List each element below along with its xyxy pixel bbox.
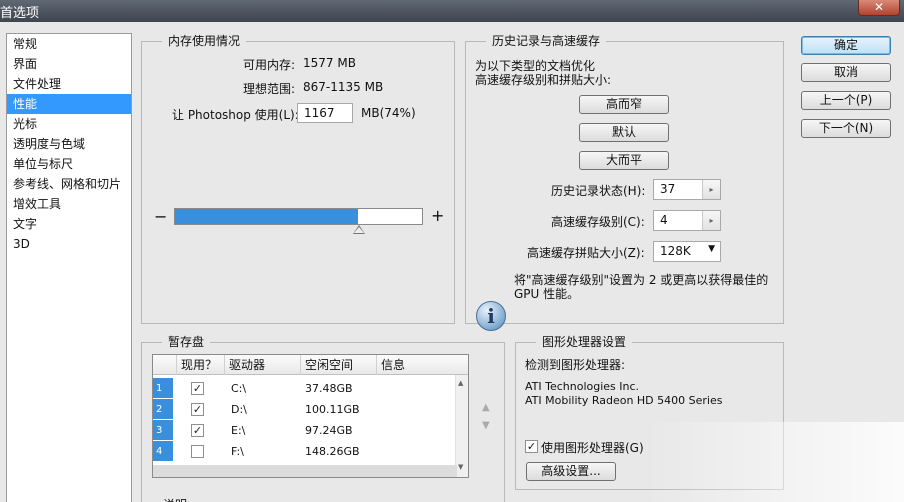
table-header: 现用？ 驱动器 空闲空间 信息 bbox=[153, 355, 468, 375]
gpu-tip-line2: GPU 性能。 bbox=[514, 287, 580, 301]
tall-thin-button[interactable]: 高而窄 bbox=[579, 95, 669, 114]
column-header-active[interactable]: 现用？ bbox=[177, 355, 225, 375]
scratch-disks-title: 暂存盘 bbox=[162, 335, 211, 349]
row-number: 4 bbox=[153, 441, 173, 462]
nav-item-file-handling[interactable]: 文件处理 bbox=[7, 74, 131, 94]
nav-item-performance[interactable]: 性能 bbox=[7, 94, 131, 114]
column-header-drive[interactable]: 驱动器 bbox=[225, 355, 301, 375]
previous-button[interactable]: 上一个(P) bbox=[801, 91, 891, 110]
title-bar: 首选项 ✕ bbox=[0, 0, 904, 22]
row-number: 1 bbox=[153, 378, 173, 399]
active-checkbox[interactable] bbox=[191, 445, 204, 458]
drive-cell: F:\ bbox=[231, 445, 244, 458]
ok-button[interactable]: 确定 bbox=[801, 36, 891, 55]
memory-decrease-icon[interactable]: − bbox=[154, 207, 167, 226]
drive-cell: D:\ bbox=[231, 403, 247, 416]
nav-item-general[interactable]: 常规 bbox=[7, 34, 131, 54]
gpu-settings-title: 图形处理器设置 bbox=[536, 335, 633, 349]
optimize-desc-line2: 高速缓存级别和拼贴大小: bbox=[475, 73, 612, 87]
nav-item-type[interactable]: 文字 bbox=[7, 214, 131, 234]
close-icon: ✕ bbox=[873, 0, 885, 14]
stepper-arrow-icon[interactable]: ▸ bbox=[702, 211, 720, 230]
gpu-detected-label: 检测到图形处理器: bbox=[525, 358, 626, 372]
column-header-free-space[interactable]: 空闲空间 bbox=[301, 355, 377, 375]
history-states-value: 37 bbox=[660, 182, 676, 196]
memory-usage-unit: MB(74%) bbox=[361, 106, 416, 120]
scroll-up-icon[interactable]: ▲ bbox=[458, 379, 463, 387]
nav-item-units-rulers[interactable]: 单位与标尺 bbox=[7, 154, 131, 174]
nav-item-guides-grid-slices[interactable]: 参考线、网格和切片 bbox=[7, 174, 131, 194]
scratch-disks-table[interactable]: 现用？ 驱动器 空闲空间 信息 1 ✓ C:\ 37.48GB 2 ✓ D:\ … bbox=[152, 354, 469, 478]
available-memory-label: 可用内存: bbox=[243, 58, 296, 72]
close-button[interactable]: ✕ bbox=[858, 0, 900, 16]
use-gpu-checkbox[interactable]: ✓ bbox=[525, 440, 538, 453]
history-states-stepper[interactable]: 37 ▸ bbox=[653, 179, 721, 200]
gpu-model: ATI Mobility Radeon HD 5400 Series bbox=[525, 394, 723, 407]
advanced-settings-button[interactable]: 高级设置... bbox=[526, 462, 616, 481]
tile-size-label: 高速缓存拼贴大小(Z): bbox=[527, 246, 645, 260]
active-checkbox[interactable]: ✓ bbox=[191, 403, 204, 416]
free-space-cell: 148.26GB bbox=[305, 445, 360, 458]
memory-usage-title: 内存使用情况 bbox=[162, 34, 247, 48]
nav-item-plugins[interactable]: 增效工具 bbox=[7, 194, 131, 214]
free-space-cell: 100.11GB bbox=[305, 403, 360, 416]
table-row[interactable]: 2 ✓ D:\ 100.11GB bbox=[153, 399, 457, 420]
scroll-down-icon[interactable]: ▼ bbox=[458, 463, 463, 471]
move-up-icon[interactable]: ▲ bbox=[482, 402, 490, 413]
memory-slider-thumb[interactable] bbox=[353, 225, 365, 234]
column-header-info[interactable]: 信息 bbox=[377, 355, 468, 375]
stepper-arrow-icon[interactable]: ▸ bbox=[702, 180, 720, 199]
cancel-button[interactable]: 取消 bbox=[801, 63, 891, 82]
vertical-scrollbar[interactable]: ▲ ▼ bbox=[455, 375, 468, 477]
table-row[interactable]: 3 ✓ E:\ 97.24GB bbox=[153, 420, 457, 441]
row-number: 2 bbox=[153, 399, 173, 420]
memory-slider-track[interactable] bbox=[174, 208, 423, 225]
let-photoshop-use-label: 让 Photoshop 使用(L): bbox=[172, 108, 299, 122]
row-number: 3 bbox=[153, 420, 173, 441]
gpu-vendor: ATI Technologies Inc. bbox=[525, 380, 640, 393]
history-cache-title: 历史记录与高速缓存 bbox=[486, 34, 607, 48]
ideal-range-value: 867-1135 MB bbox=[303, 80, 384, 94]
category-list[interactable]: 常规 界面 文件处理 性能 光标 透明度与色域 单位与标尺 参考线、网格和切片 … bbox=[6, 33, 132, 502]
cache-levels-label: 高速缓存级别(C): bbox=[551, 215, 645, 229]
available-memory-value: 1577 MB bbox=[303, 56, 356, 70]
move-down-icon[interactable]: ▼ bbox=[482, 420, 490, 431]
dialog-body: 常规 界面 文件处理 性能 光标 透明度与色域 单位与标尺 参考线、网格和切片 … bbox=[0, 22, 904, 502]
memory-usage-input[interactable]: 1167 bbox=[297, 103, 353, 123]
ideal-range-label: 理想范围: bbox=[243, 82, 296, 96]
active-checkbox[interactable]: ✓ bbox=[191, 382, 204, 395]
drive-cell: E:\ bbox=[231, 424, 246, 437]
memory-slider-fill bbox=[175, 209, 358, 224]
free-space-cell: 37.48GB bbox=[305, 382, 353, 395]
big-flat-button[interactable]: 大而平 bbox=[579, 151, 669, 170]
info-icon: i bbox=[476, 301, 506, 331]
window-title: 首选项 bbox=[0, 6, 40, 21]
description-label: 说明 bbox=[163, 496, 187, 502]
horizontal-scrollbar[interactable] bbox=[153, 465, 457, 477]
table-row[interactable]: 4 F:\ 148.26GB bbox=[153, 441, 457, 462]
tile-size-select[interactable]: 128K ▼ bbox=[653, 241, 721, 262]
nav-item-interface[interactable]: 界面 bbox=[7, 54, 131, 74]
free-space-cell: 97.24GB bbox=[305, 424, 353, 437]
nav-item-transparency-gamut[interactable]: 透明度与色域 bbox=[7, 134, 131, 154]
tile-size-value: 128K bbox=[660, 244, 691, 258]
cache-levels-value: 4 bbox=[660, 213, 668, 227]
memory-usage-group: 内存使用情况 bbox=[141, 34, 455, 324]
chevron-down-icon: ▼ bbox=[708, 244, 715, 254]
nav-item-3d[interactable]: 3D bbox=[7, 234, 131, 254]
drive-cell: C:\ bbox=[231, 382, 247, 395]
default-cache-button[interactable]: 默认 bbox=[579, 123, 669, 142]
active-checkbox[interactable]: ✓ bbox=[191, 424, 204, 437]
column-header[interactable] bbox=[153, 355, 177, 375]
memory-increase-icon[interactable]: + bbox=[431, 206, 444, 225]
nav-item-cursors[interactable]: 光标 bbox=[7, 114, 131, 134]
cache-levels-stepper[interactable]: 4 ▸ bbox=[653, 210, 721, 231]
history-states-label: 历史记录状态(H): bbox=[551, 184, 646, 198]
next-button[interactable]: 下一个(N) bbox=[801, 119, 891, 138]
use-gpu-label[interactable]: 使用图形处理器(G) bbox=[541, 439, 644, 456]
table-row[interactable]: 1 ✓ C:\ 37.48GB bbox=[153, 378, 457, 399]
